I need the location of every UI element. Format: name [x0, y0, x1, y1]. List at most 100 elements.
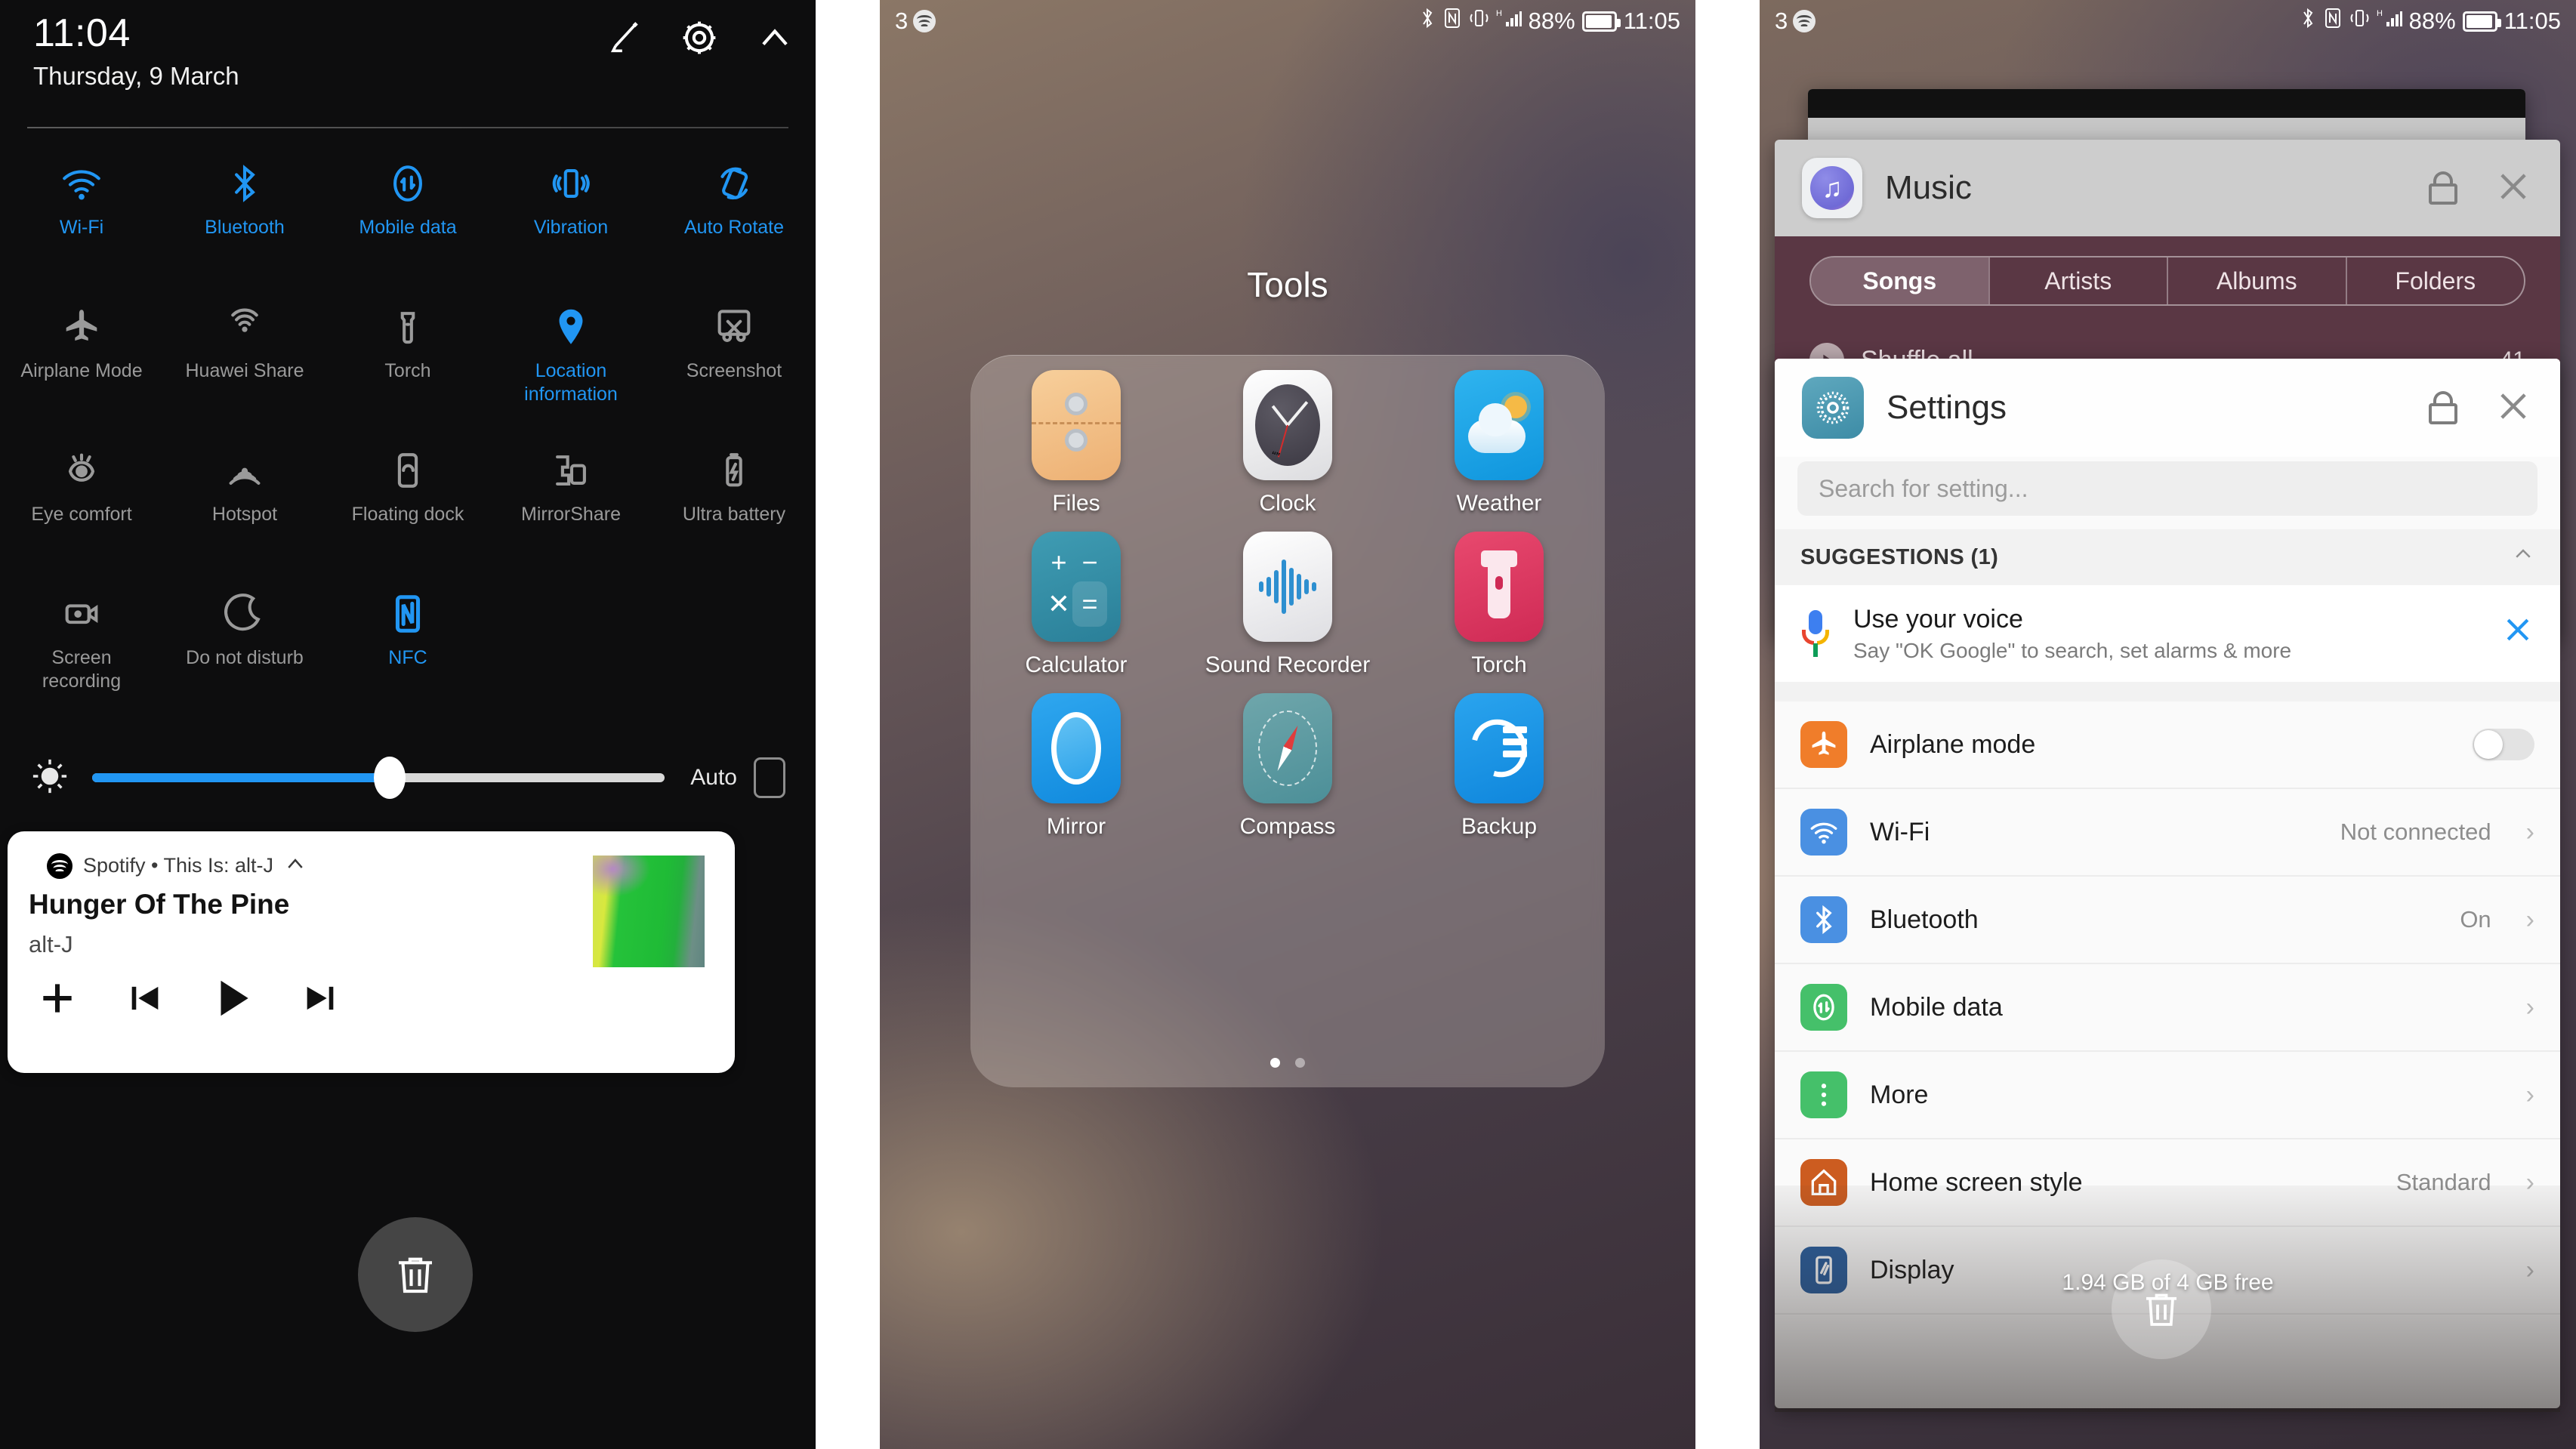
- add-icon[interactable]: [30, 971, 85, 1025]
- chevron-up-icon[interactable]: [284, 852, 307, 879]
- music-tab-artists[interactable]: Artists: [1988, 257, 2167, 304]
- quick-toggle-label: Wi-Fi: [59, 217, 104, 238]
- airplane-mode-switch[interactable]: [2473, 729, 2534, 760]
- trash-icon: [399, 1257, 432, 1293]
- music-tab-albums[interactable]: Albums: [2167, 257, 2346, 304]
- header-divider: [27, 127, 788, 128]
- quick-toggle-airplane-mode[interactable]: Airplane Mode: [0, 287, 163, 430]
- spotify-icon: [1793, 10, 1816, 32]
- suggestion-row[interactable]: Use your voice Say "OK Google" to search…: [1775, 585, 2560, 682]
- quick-toggle-label: Ultra battery: [682, 504, 786, 525]
- app-mirror[interactable]: Mirror: [970, 693, 1182, 840]
- quick-toggle-mobile-data[interactable]: Mobile data: [326, 143, 489, 287]
- app-backup[interactable]: Backup: [1393, 693, 1605, 840]
- chevron-up-icon[interactable]: [2512, 543, 2534, 572]
- airplane-icon: [1800, 721, 1847, 768]
- lock-open-icon[interactable]: [2429, 391, 2457, 424]
- settings-row-bluetooth[interactable]: Bluetooth On ›: [1775, 877, 2560, 964]
- svg-text:H: H: [1496, 9, 1502, 18]
- app-weather[interactable]: Weather: [1393, 370, 1605, 516]
- wifi-icon: [60, 159, 103, 205]
- search-placeholder: Search for setting...: [1819, 474, 2028, 502]
- brightness-knob[interactable]: [374, 757, 406, 799]
- quick-toggle-label: Mobile data: [359, 217, 457, 238]
- settings-row-label: Wi-Fi: [1870, 817, 1930, 846]
- quick-toggle-do-not-disturb[interactable]: Do not disturb: [163, 574, 326, 717]
- quick-toggle-eye-comfort[interactable]: Eye comfort: [0, 430, 163, 574]
- settings-row-home-screen-style[interactable]: Home screen style Standard ›: [1775, 1139, 2560, 1227]
- previous-icon[interactable]: [118, 971, 172, 1025]
- search-input[interactable]: Search for setting...: [1797, 461, 2537, 516]
- quick-toggle-wi-fi[interactable]: Wi-Fi: [0, 143, 163, 287]
- chevron-right-icon: ›: [2525, 817, 2534, 846]
- music-tab-songs[interactable]: Songs: [1811, 257, 1988, 304]
- quick-toggle-screen-recording[interactable]: Screen recording: [0, 574, 163, 717]
- media-notification-card[interactable]: Spotify • This Is: alt-J Hunger Of The P…: [8, 831, 735, 1073]
- battery-icon: [1581, 11, 1621, 32]
- close-icon[interactable]: [2494, 167, 2533, 210]
- quick-toggle-label: Bluetooth: [205, 217, 285, 238]
- edit-icon[interactable]: [603, 17, 645, 59]
- google-mic-icon: [1800, 610, 1831, 657]
- folder-page-dots: [970, 1058, 1605, 1068]
- settings-row-airplane-mode[interactable]: Airplane mode: [1775, 701, 2560, 789]
- clock-icon: [1243, 370, 1332, 480]
- app-label: Calculator: [1025, 652, 1128, 677]
- app-files[interactable]: Files: [970, 370, 1182, 516]
- battery-percent: 88%: [1528, 8, 1575, 34]
- quick-toggle-label: Eye comfort: [31, 504, 132, 525]
- play-icon[interactable]: [205, 971, 260, 1025]
- status-clock: 11:04: [33, 11, 131, 55]
- card-topbar: [1808, 89, 2525, 118]
- close-icon[interactable]: [2501, 613, 2534, 655]
- mobile-data-icon: [1800, 984, 1847, 1031]
- quick-toggle-torch[interactable]: Torch: [326, 287, 489, 430]
- close-icon[interactable]: [2494, 387, 2533, 430]
- collapse-chevron-icon[interactable]: [754, 17, 796, 59]
- quick-toggle-screenshot[interactable]: Screenshot: [652, 287, 816, 430]
- page-dot-1[interactable]: [1270, 1058, 1280, 1068]
- settings-row-mobile-data[interactable]: Mobile data ›: [1775, 964, 2560, 1052]
- music-tab-folders[interactable]: Folders: [2345, 257, 2525, 304]
- app-label: Files: [1052, 491, 1100, 516]
- status-date: Thursday, 9 March: [33, 62, 239, 90]
- quick-toggle-auto-rotate[interactable]: Auto Rotate: [652, 143, 816, 287]
- settings-row-wi-fi[interactable]: Wi-Fi Not connected ›: [1775, 789, 2560, 877]
- lock-open-icon[interactable]: [2429, 171, 2457, 205]
- app-torch[interactable]: Torch: [1393, 532, 1605, 678]
- music-card-header: ♫ Music: [1775, 140, 2560, 236]
- recent-card-settings[interactable]: Settings Search for setting... SUGGESTIO…: [1775, 359, 2560, 1408]
- suggestion-subtitle: Say "OK Google" to search, set alarms & …: [1853, 638, 2292, 662]
- settings-row-more[interactable]: More ›: [1775, 1052, 2560, 1139]
- quick-toggle-hotspot[interactable]: Hotspot: [163, 430, 326, 574]
- quick-toggle-label: Floating dock: [351, 504, 464, 525]
- quick-toggle-floating-dock[interactable]: Floating dock: [326, 430, 489, 574]
- page-dot-2[interactable]: [1295, 1058, 1305, 1068]
- gear-icon[interactable]: [678, 17, 720, 59]
- quick-toggle-huawei-share[interactable]: Huawei Share: [163, 287, 326, 430]
- auto-rotate-icon: [712, 159, 756, 205]
- app-calculator[interactable]: + − ✕ = Calculator: [970, 532, 1182, 678]
- quick-toggle-bluetooth[interactable]: Bluetooth: [163, 143, 326, 287]
- eye-comfort-icon: [60, 445, 103, 492]
- close-all-trash-button[interactable]: [2112, 1259, 2211, 1359]
- quick-toggle-nfc[interactable]: NFC: [326, 574, 489, 717]
- nfc-icon: [1443, 7, 1461, 35]
- next-icon[interactable]: [293, 971, 347, 1025]
- quick-toggle-location-information[interactable]: Location information: [489, 287, 652, 430]
- app-clock[interactable]: Clock: [1182, 370, 1393, 516]
- app-compass[interactable]: Compass: [1182, 693, 1393, 840]
- app-sound-recorder[interactable]: Sound Recorder: [1182, 532, 1393, 678]
- quick-toggle-ultra-battery[interactable]: Ultra battery: [652, 430, 816, 574]
- auto-brightness-checkbox[interactable]: [754, 757, 785, 798]
- gear-icon: [1802, 377, 1864, 439]
- brightness-slider[interactable]: [92, 757, 665, 799]
- quick-toggle-label: Screen recording: [42, 647, 122, 692]
- quick-toggle-mirrorshare[interactable]: MirrorShare: [489, 430, 652, 574]
- quick-toggle-vibration[interactable]: Vibration: [489, 143, 652, 287]
- wifi-icon: [1800, 809, 1847, 856]
- calculator-icon: + − ✕ =: [1032, 532, 1121, 642]
- folder-app-grid: Files Clock Weather + − ✕ = Calculator Sound Rec…: [970, 370, 1605, 840]
- chevron-right-icon: ›: [2525, 992, 2534, 1022]
- close-all-trash-button[interactable]: [358, 1217, 473, 1332]
